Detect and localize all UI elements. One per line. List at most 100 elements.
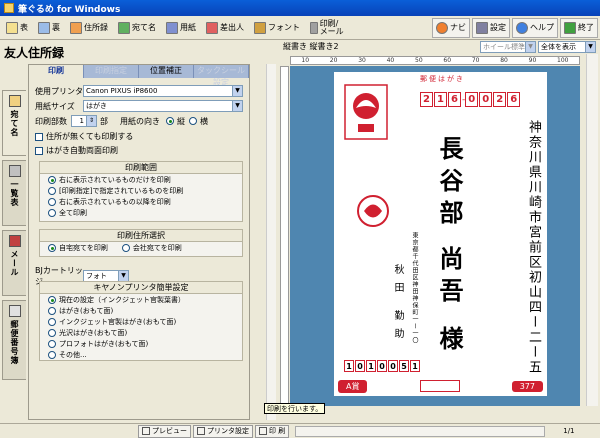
copies-unit: 部: [100, 116, 108, 126]
card-header: 郵便はがき: [420, 75, 465, 83]
printer-icon: [197, 427, 205, 435]
pane-title: 友人住所録: [4, 46, 65, 60]
print-tooltip: 印刷を行います。: [264, 403, 326, 414]
vtab-list[interactable]: 一覧表: [2, 160, 26, 226]
font-icon: [254, 21, 266, 34]
range-option[interactable]: 全て印刷: [40, 207, 242, 218]
chevron-down-icon: ▼: [232, 86, 242, 96]
paper-icon: [166, 21, 178, 34]
copies-stepper[interactable]: 1 ⇕: [71, 115, 97, 127]
orient-landscape-radio[interactable]: [189, 117, 197, 125]
canon-radio[interactable]: [48, 339, 56, 348]
sender-address: 東京都千代田区神田神保町一ー一〇: [411, 232, 418, 344]
help-button[interactable]: ヘルプ: [512, 17, 558, 38]
title-bar: 筆ぐるめ for Windows: [0, 0, 600, 16]
range-option[interactable]: 右に表示されているものだけを印刷: [40, 174, 242, 185]
right-scrollbar[interactable]: [586, 54, 598, 406]
front-button[interactable]: 表: [2, 18, 32, 38]
window-title: 筆ぐるめ for Windows: [18, 4, 121, 15]
canon-settings-title: キヤノンプリンタ簡単設定: [40, 282, 242, 294]
printer-settings-button[interactable]: プリンタ設定: [193, 424, 253, 438]
paper-size-select[interactable]: はがき ▼: [83, 100, 243, 112]
wheel-mode-select[interactable]: ホイール標準 ▼: [480, 41, 536, 53]
recipient-button[interactable]: 宛て名: [114, 18, 160, 38]
no-address-checkbox[interactable]: [35, 132, 43, 141]
home-address-radio[interactable]: [48, 243, 56, 252]
preview-button[interactable]: プレビュー: [138, 424, 191, 438]
no-address-option[interactable]: 住所が無くても印刷する: [35, 131, 133, 142]
print-range-group: 印刷範囲 右に表示されているものだけを印刷 [印刷指定]で指定されているものを印…: [39, 161, 243, 222]
postcard[interactable]: 郵便はがき 216-0026 神奈川県川崎市宮前区初山四ー二ー五 長谷部 尚吾 …: [334, 72, 547, 396]
honorific: 様: [435, 326, 464, 350]
stamp-illustration: [344, 84, 388, 140]
help-icon: [516, 21, 528, 34]
orient-portrait-radio[interactable]: [166, 117, 174, 125]
address-select-title: 印刷住所選択: [40, 230, 242, 242]
printer-label: 使用プリンタ: [35, 86, 83, 96]
ruler-mark: 70: [471, 57, 480, 64]
canon-radio[interactable]: [48, 328, 56, 337]
canon-radio[interactable]: [48, 295, 56, 304]
ruler-mark: 40: [386, 57, 395, 64]
paper-button[interactable]: 用紙: [162, 18, 200, 38]
orientation-label: 用紙の向き: [120, 116, 160, 126]
canon-option[interactable]: その他...: [40, 349, 242, 360]
ruler-mark: 30: [358, 57, 366, 64]
spin-icon: ⇕: [86, 116, 96, 126]
range-option[interactable]: [印刷指定]で指定されているものを印刷: [40, 185, 242, 196]
zip-code: 216-0026: [420, 92, 521, 107]
canon-option[interactable]: プロフォトはがき(おもて面): [40, 338, 242, 349]
zoom-select[interactable]: 全体を表示 ▼: [538, 41, 596, 53]
back-button[interactable]: 裏: [34, 18, 64, 38]
left-scrollbar[interactable]: [266, 64, 276, 420]
print-mail-button[interactable]: 印刷/メール: [306, 18, 348, 38]
postcard-canvas: 郵便はがき 216-0026 神奈川県川崎市宮前区初山四ー二ー五 長谷部 尚吾 …: [290, 66, 580, 406]
company-address-radio[interactable]: [121, 243, 130, 252]
printer-icon: [310, 21, 318, 34]
navi-button[interactable]: ナビ: [432, 17, 470, 38]
lottery-strip: A賞 377: [338, 378, 543, 394]
copies-label: 印刷部数: [35, 116, 67, 126]
print-button[interactable]: 印 刷: [255, 424, 290, 438]
canon-radio[interactable]: [48, 317, 56, 326]
canon-option[interactable]: はがき(おもて面): [40, 305, 242, 316]
range-option[interactable]: 右に表示されているもの以降を印刷: [40, 196, 242, 207]
canon-radio[interactable]: [48, 306, 56, 315]
vtab-mail[interactable]: メール: [2, 230, 26, 296]
range-radio[interactable]: [48, 197, 56, 206]
auto-duplex-checkbox[interactable]: [35, 146, 43, 155]
font-button[interactable]: フォント: [250, 18, 304, 38]
tab-tack-seal[interactable]: タックシール設定: [194, 65, 249, 87]
address-book-button[interactable]: 住所録: [66, 18, 112, 38]
canon-option[interactable]: 現在の設定（インクジェット官製葉書）: [40, 294, 242, 305]
settings-button[interactable]: 設定: [472, 17, 510, 38]
vtab-recipient[interactable]: 宛て名: [2, 90, 26, 156]
tab-print[interactable]: 印刷: [29, 65, 84, 78]
recipient-surname: 長谷部: [435, 136, 464, 232]
range-radio[interactable]: [48, 208, 56, 217]
tab-print-designation[interactable]: 印刷指定: [84, 65, 139, 78]
exit-button[interactable]: 終了: [560, 17, 598, 38]
auto-duplex-option[interactable]: はがき自動両面印刷: [35, 145, 118, 156]
lottery-right: 377: [511, 380, 543, 392]
list-icon: [8, 165, 21, 177]
back-icon: [38, 21, 50, 34]
range-radio[interactable]: [48, 186, 56, 195]
printer-select[interactable]: Canon PIXUS iP8600 ▼: [83, 85, 243, 97]
front-icon: [6, 21, 18, 34]
canon-radio[interactable]: [48, 350, 56, 359]
printer-row: 使用プリンタ Canon PIXUS iP8600 ▼: [35, 85, 243, 97]
main-toolbar: 表 裏 住所録 宛て名 用紙 差出人 フォント 印刷/メール ナビ 設定 ヘルプ…: [0, 16, 600, 40]
tab-position-correction[interactable]: 位置補正: [139, 65, 194, 78]
sender-surname: 秋田: [392, 264, 403, 300]
postal-book-icon: [8, 305, 21, 317]
canon-option[interactable]: インクジェット官製はがき(おもて面): [40, 316, 242, 327]
preview-icon: [142, 427, 150, 435]
chevron-down-icon: ▼: [585, 42, 595, 52]
horizontal-scrollbar[interactable]: [295, 425, 546, 437]
printer-icon: [259, 427, 267, 435]
sender-button[interactable]: 差出人: [202, 18, 248, 38]
canon-option[interactable]: 光沢はがき(おもて面): [40, 327, 242, 338]
range-radio[interactable]: [48, 175, 56, 184]
vtab-postal-book[interactable]: 郵便番号簿: [2, 300, 26, 380]
